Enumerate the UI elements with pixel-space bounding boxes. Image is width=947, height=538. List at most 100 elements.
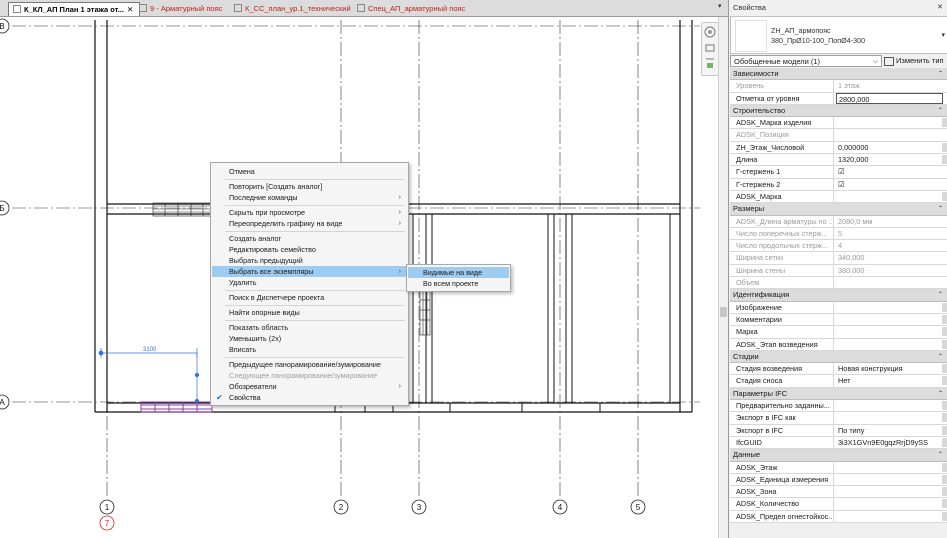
property-row[interactable]: Предварительно заданны... <box>730 400 947 413</box>
property-value[interactable] <box>836 117 943 128</box>
close-tab-icon[interactable]: ✕ <box>127 5 133 14</box>
view-tab-ss-plan[interactable]: К_СС_план_ур.1_технический <box>230 2 358 15</box>
type-selector[interactable]: ZH_АП_армопояс 380_ПрØ10-100_ПопØ4-300 ▾ <box>730 16 947 54</box>
property-value[interactable] <box>836 486 943 497</box>
property-row[interactable]: Экспорт в IFC По типу <box>730 424 947 437</box>
property-value[interactable]: Нет <box>836 375 943 386</box>
property-row[interactable]: Отметка от уровня 2800,000 <box>730 92 947 105</box>
collapse-icon[interactable]: ⌃ <box>938 351 943 363</box>
tab-overflow-icon[interactable]: ▾ <box>718 2 722 10</box>
menu-item-find-referring-views[interactable]: Найти опорные виды <box>212 307 407 318</box>
property-row[interactable]: Г-стержень 1 ☑ <box>730 166 947 179</box>
grid-bubble-2[interactable]: 2 <box>339 503 344 512</box>
property-row[interactable]: ADSK_Марка изделия <box>730 117 947 130</box>
menu-item-zoom-fit[interactable]: Вписать <box>212 344 407 355</box>
property-group-header[interactable]: Строительство ⌃ <box>730 104 947 118</box>
property-row[interactable]: Изображение <box>730 301 947 314</box>
property-value[interactable] <box>836 511 943 522</box>
property-value[interactable]: По типу <box>836 425 943 436</box>
grid-bubble-7[interactable]: 7 <box>105 519 110 528</box>
view-tab-schedule[interactable]: Спец_АП_арматурный пояс <box>353 2 473 15</box>
menu-item-undo[interactable]: Отмена <box>212 166 407 177</box>
property-value[interactable] <box>836 474 943 485</box>
property-group-header[interactable]: Размеры ⌃ <box>730 203 947 216</box>
property-row[interactable]: Стадия сноса Нет <box>730 375 947 388</box>
property-row[interactable]: ADSK_Зона <box>730 486 947 499</box>
property-group-header[interactable]: Данные ⌃ <box>730 449 947 462</box>
property-group-header[interactable]: Зависимости ⌃ <box>730 68 947 81</box>
grid-bubble-a[interactable]: А <box>0 398 5 407</box>
property-group-header[interactable]: Идентификация ⌃ <box>730 289 947 302</box>
property-value[interactable]: 0,000000 <box>836 142 943 153</box>
property-value[interactable] <box>836 314 943 325</box>
menu-item-zoom-out[interactable]: Уменьшить (2x) <box>212 333 407 344</box>
property-row[interactable]: Г-стержень 2 ☑ <box>730 178 947 191</box>
submenu-in-entire-project[interactable]: Во всем проекте <box>408 278 509 289</box>
property-checkbox[interactable]: ☑ <box>836 179 943 190</box>
collapse-icon[interactable]: ⌃ <box>938 388 943 400</box>
menu-item-override-graphics[interactable]: Переопределить графику на виде › <box>212 218 407 229</box>
property-row[interactable]: IfcGUID 3i3X1GVn9E0gqzRrjD9ySS <box>730 436 947 450</box>
grid-bubble-3[interactable]: 3 <box>417 503 422 512</box>
grid-bubble-v[interactable]: В <box>0 22 5 31</box>
property-value[interactable] <box>836 498 943 509</box>
view-tab-plan-level1[interactable]: К_КЛ_АП План 1 этажа от... ✕ <box>8 2 140 16</box>
menu-item-find-in-browser[interactable]: Поиск в Диспетчере проекта <box>212 292 407 303</box>
edit-type-button[interactable]: Изменить тип <box>882 55 944 67</box>
property-row[interactable]: ADSK_Предел огнестойкос... <box>730 510 947 523</box>
menu-item-edit-family[interactable]: Редактировать семейство <box>212 244 407 255</box>
property-row[interactable]: Длина 1320,000 <box>730 154 947 167</box>
grid-bubble-5[interactable]: 5 <box>636 503 641 512</box>
chevron-down-icon[interactable]: ▾ <box>941 31 945 39</box>
property-value[interactable] <box>836 412 943 423</box>
property-row[interactable]: ADSK_Единица измерения <box>730 473 947 487</box>
close-icon[interactable]: ✕ <box>937 3 943 11</box>
grid-bubble-4[interactable]: 4 <box>558 503 563 512</box>
menu-item-zoom-in-region[interactable]: Показать область <box>212 322 407 333</box>
property-row[interactable]: ADSK_Этап возведения <box>730 338 947 351</box>
property-row[interactable]: Комментарии <box>730 313 947 327</box>
menu-item-delete[interactable]: Удалить <box>212 277 407 288</box>
property-checkbox[interactable]: ☑ <box>836 166 943 177</box>
navigation-bar[interactable] <box>701 22 719 76</box>
menu-item-create-similar[interactable]: Создать аналог <box>212 233 407 244</box>
instance-filter-dropdown[interactable]: Обобщенные модели (1) ⌵ <box>730 55 882 67</box>
property-value[interactable]: 1320,000 <box>836 154 943 165</box>
collapse-icon[interactable]: ⌃ <box>938 105 943 117</box>
property-row[interactable]: ZH_Этаж_Числовой 0,000000 <box>730 141 947 155</box>
collapse-icon[interactable]: ⌃ <box>938 203 943 215</box>
menu-item-select-previous[interactable]: Выбрать предыдущий <box>212 255 407 266</box>
grid-bubble-b[interactable]: Б <box>0 204 5 213</box>
scrollbar-thumb[interactable] <box>720 307 727 317</box>
submenu-visible-in-view[interactable]: Видимые на виде <box>408 267 509 278</box>
grid-bubble-1[interactable]: 1 <box>105 503 110 512</box>
property-value[interactable] <box>836 302 943 313</box>
property-value[interactable] <box>836 462 943 473</box>
property-row[interactable]: Марка <box>730 326 947 339</box>
property-value[interactable] <box>836 326 943 337</box>
collapse-icon[interactable]: ⌃ <box>938 449 943 461</box>
property-value[interactable] <box>836 400 943 411</box>
menu-item-previous-pan-zoom[interactable]: Предыдущее панорамирование/зумирование <box>212 359 407 370</box>
property-row[interactable]: ADSK_Марка <box>730 190 947 204</box>
property-value[interactable]: 2800,000 <box>836 92 943 104</box>
property-group-header[interactable]: Стадии ⌃ <box>730 350 947 364</box>
menu-item-browsers[interactable]: Обозреватели › <box>212 381 407 392</box>
menu-item-properties[interactable]: ✔ Свойства <box>212 392 407 403</box>
property-value[interactable]: Новая конструкция <box>836 363 943 374</box>
collapse-icon[interactable]: ⌃ <box>938 68 943 80</box>
menu-item-repeat[interactable]: Повторить [Создать аналог] <box>212 181 407 192</box>
menu-item-hide-in-view[interactable]: Скрыть при просмотре › <box>212 207 407 218</box>
menu-item-select-all-instances[interactable]: Выбрать все экземпляры › <box>212 266 407 277</box>
property-value[interactable]: 3i3X1GVn9E0gqzRrjD9ySS <box>836 437 943 448</box>
property-row[interactable]: ADSK_Этаж <box>730 461 947 474</box>
property-value[interactable] <box>836 191 943 202</box>
menu-item-recent-commands[interactable]: Последние команды › <box>212 192 407 203</box>
view-tab-rebar-belt[interactable]: 9 - Арматурный пояс <box>135 2 233 15</box>
property-value[interactable] <box>836 339 943 350</box>
property-row[interactable]: Стадия возведения Новая конструкция <box>730 363 947 376</box>
property-row[interactable]: Экспорт в IFC как <box>730 412 947 425</box>
navigation-wheel-icon[interactable] <box>702 23 718 75</box>
collapse-icon[interactable]: ⌃ <box>938 289 943 301</box>
property-row[interactable]: ADSK_Количество <box>730 498 947 511</box>
